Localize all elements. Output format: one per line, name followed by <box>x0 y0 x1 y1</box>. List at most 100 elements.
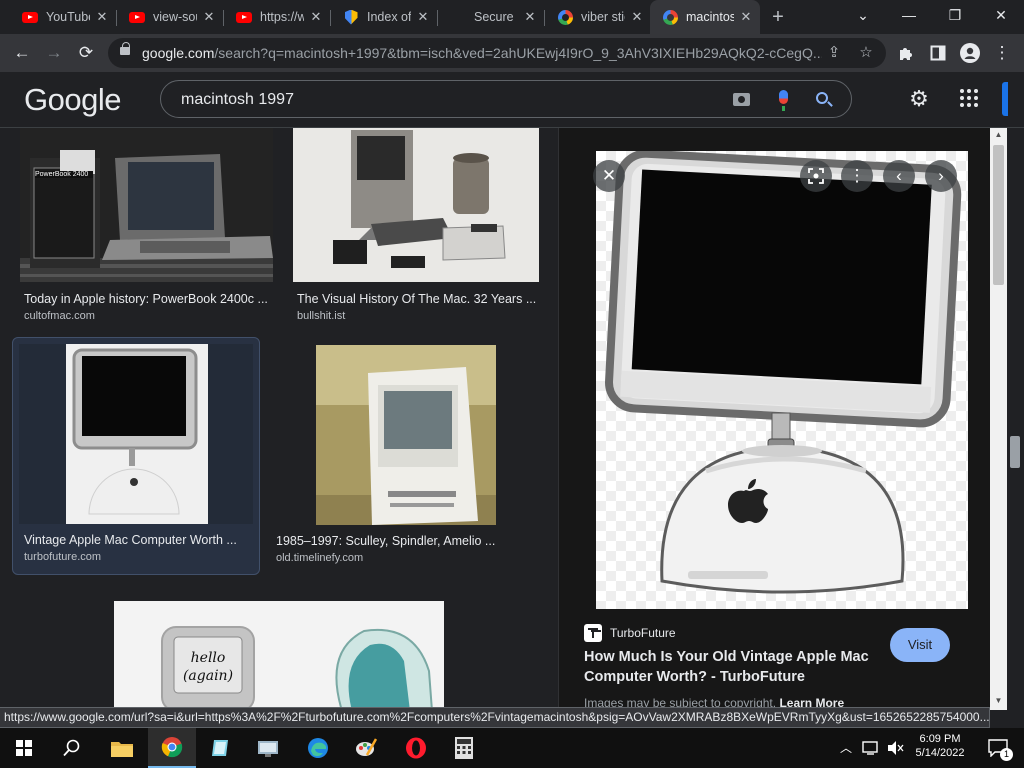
image-result[interactable]: 1985–1997: Sculley, Spindler, Amelio ...… <box>270 337 520 575</box>
extensions-icon[interactable] <box>892 39 920 67</box>
notification-count-badge: 1 <box>1000 748 1013 761</box>
file-explorer-icon[interactable] <box>98 728 146 768</box>
tab-view-source[interactable]: view-source ✕ <box>117 0 223 34</box>
visit-button[interactable]: Visit <box>890 628 950 662</box>
microphone-icon[interactable] <box>779 90 788 111</box>
calculator-icon[interactable] <box>440 728 488 768</box>
chrome-icon[interactable] <box>148 728 196 768</box>
back-button[interactable]: ← <box>8 39 36 67</box>
image-result[interactable]: The Visual History Of The Mac. 32 Years … <box>287 128 545 328</box>
scroll-down-arrow-icon[interactable]: ▼ <box>990 694 1007 708</box>
network-icon[interactable] <box>860 728 882 768</box>
close-tab-icon[interactable]: ✕ <box>308 9 324 25</box>
turbofuture-logo-icon <box>584 624 602 642</box>
shield-icon <box>343 9 359 25</box>
volume-icon[interactable] <box>884 728 906 768</box>
tab-index-of[interactable]: Index of ✕ <box>331 0 437 34</box>
blank-icon <box>450 9 466 25</box>
result-title[interactable]: Vintage Apple Mac Computer Worth ... <box>24 533 252 547</box>
notification-center-icon[interactable]: 1 <box>978 728 1018 768</box>
notepad-icon[interactable] <box>196 728 244 768</box>
account-button[interactable] <box>1002 82 1008 116</box>
close-tab-icon[interactable]: ✕ <box>415 9 431 25</box>
url-text[interactable]: google.com/search?q=macintosh+1997&tbm=i… <box>142 45 822 61</box>
close-tab-icon[interactable]: ✕ <box>201 9 217 25</box>
page-scrollbar-thumb[interactable] <box>1010 436 1020 468</box>
clock[interactable]: 6:09 PM 5/14/2022 <box>906 728 974 768</box>
close-tab-icon[interactable]: ✕ <box>738 9 754 25</box>
result-title[interactable]: 1985–1997: Sculley, Spindler, Amelio ... <box>276 534 512 548</box>
imac-g4-photo[interactable] <box>19 344 253 524</box>
result-title[interactable]: Today in Apple history: PowerBook 2400c … <box>24 292 274 306</box>
address-bar[interactable]: google.com/search?q=macintosh+1997&tbm=i… <box>108 38 886 68</box>
page-scrollbar-track[interactable] <box>1007 128 1024 710</box>
tab-https[interactable]: https://www. ✕ <box>224 0 330 34</box>
powerbook-laptop-photo[interactable]: PowerBook 2400 <box>20 128 273 282</box>
lock-icon[interactable] <box>120 42 130 55</box>
close-preview-button[interactable]: ✕ <box>593 160 625 192</box>
result-source[interactable]: cultofmac.com <box>24 310 95 322</box>
camera-search-icon[interactable] <box>733 93 750 106</box>
search-icon[interactable] <box>48 728 96 768</box>
twentieth-anniversary-mac-photo[interactable] <box>293 128 539 282</box>
macintosh-classic-photo[interactable] <box>316 345 496 525</box>
tab-secure[interactable]: Secure ✕ <box>438 0 544 34</box>
preview-source[interactable]: TurboFuture <box>584 624 676 642</box>
tray-chevron-up-icon[interactable]: ︿ <box>836 728 856 768</box>
close-tab-icon[interactable]: ✕ <box>522 9 538 25</box>
image-result[interactable]: hello (again) <box>114 601 446 708</box>
tab-search-button[interactable]: ⌄ <box>840 0 886 30</box>
opera-icon[interactable] <box>392 728 440 768</box>
preview-source-name[interactable]: TurboFuture <box>610 626 676 640</box>
reload-button[interactable]: ⟳ <box>72 39 100 67</box>
google-apps-icon[interactable] <box>960 89 980 109</box>
result-source[interactable]: old.timelinefy.com <box>276 552 363 564</box>
previous-image-button[interactable]: ‹ <box>883 160 915 192</box>
tab-youtube[interactable]: YouTube ✕ <box>10 0 116 34</box>
result-title[interactable]: The Visual History Of The Mac. 32 Years … <box>297 292 537 306</box>
search-input[interactable]: macintosh 1997 <box>181 91 701 109</box>
clock-time: 6:09 PM <box>919 733 961 745</box>
image-result-selected[interactable]: Vintage Apple Mac Computer Worth ... tur… <box>12 337 260 575</box>
minimize-button[interactable]: — <box>886 0 932 30</box>
chrome-menu-button[interactable]: ⋮ <box>988 39 1016 67</box>
preview-title[interactable]: How Much Is Your Old Vintage Apple Mac C… <box>584 647 884 687</box>
result-source[interactable]: bullshit.ist <box>297 310 345 322</box>
paint-icon[interactable] <box>342 728 390 768</box>
imac-g4-large-photo[interactable] <box>596 151 968 609</box>
windows-taskbar: ︿ 6:09 PM 5/14/2022 1 <box>0 728 1024 768</box>
next-image-button[interactable]: › <box>925 160 957 192</box>
imac-hello-again-photo[interactable]: hello (again) <box>114 601 444 708</box>
image-result[interactable]: PowerBook 2400 Today in Apple history: P… <box>14 128 278 328</box>
forward-button[interactable]: → <box>40 39 68 67</box>
control-panel-icon[interactable] <box>244 728 292 768</box>
maximize-button[interactable]: ❐ <box>932 0 978 30</box>
browser-toolbar: ← → ⟳ google.com/search?q=macintosh+1997… <box>0 34 1024 72</box>
scrollbar-thumb[interactable] <box>993 145 1004 285</box>
youtube-icon <box>22 9 38 25</box>
side-panel-icon[interactable] <box>924 39 952 67</box>
windows-start-icon[interactable] <box>0 728 48 768</box>
preview-scrollbar[interactable]: ▲ ▼ <box>990 128 1007 710</box>
screen: YouTube ✕ view-source ✕ https://www. ✕ I… <box>0 0 1024 768</box>
more-options-button[interactable]: ⋮ <box>841 160 873 192</box>
edge-icon[interactable] <box>294 728 342 768</box>
search-box[interactable]: macintosh 1997 <box>160 80 852 118</box>
lens-icon[interactable] <box>800 160 832 192</box>
profile-icon[interactable] <box>956 39 984 67</box>
settings-gear-icon[interactable]: ⚙ <box>906 86 932 112</box>
tab-viber-stickers[interactable]: viber stickers ✕ <box>545 0 651 34</box>
image-preview-panel: ✕ ⋮ ‹ › TurboFuture How Much Is Your Old… <box>558 128 990 710</box>
close-tab-icon[interactable]: ✕ <box>94 9 110 25</box>
bookmark-star-icon[interactable]: ☆ <box>856 43 876 63</box>
new-tab-button[interactable]: + <box>768 7 788 27</box>
share-icon[interactable]: ⇪ <box>824 43 844 63</box>
photo-caption-text: hello (again) <box>182 650 234 684</box>
google-logo[interactable]: Google <box>24 82 121 118</box>
tab-macintosh[interactable]: macintosh ✕ <box>650 0 760 34</box>
close-window-button[interactable]: ✕ <box>978 0 1024 30</box>
result-source[interactable]: turbofuture.com <box>24 551 101 563</box>
search-icon[interactable] <box>816 92 828 104</box>
scroll-up-arrow-icon[interactable]: ▲ <box>990 128 1007 142</box>
close-tab-icon[interactable]: ✕ <box>629 9 645 25</box>
